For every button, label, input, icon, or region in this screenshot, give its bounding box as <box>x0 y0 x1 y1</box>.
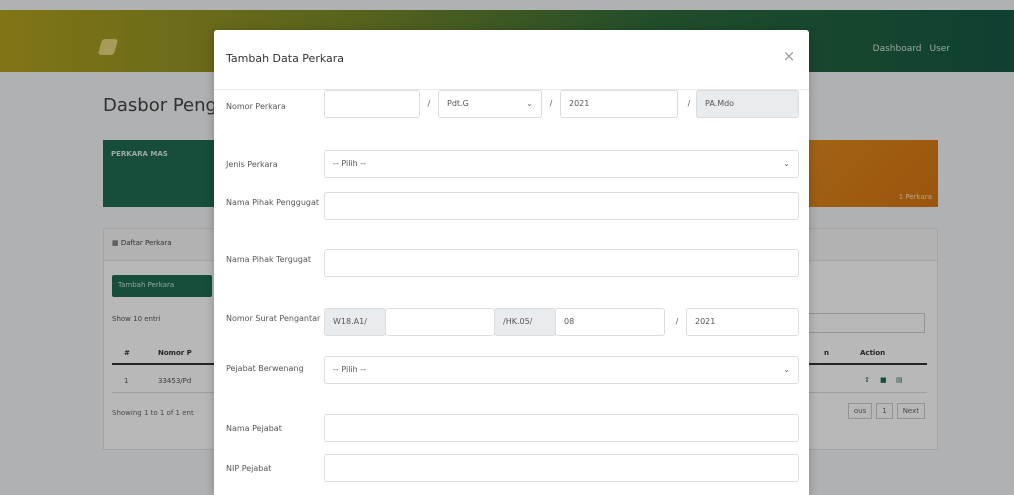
tambah-perkara-modal: Tambah Data Perkara × Nomor Perkara / Pd… <box>214 30 809 495</box>
row-pejabat-berwenang: Pejabat Berwenang -- Pilih -- ⌄ <box>214 356 809 394</box>
kode-pengadilan-field: PA.Mdo <box>696 90 799 118</box>
nip-pejabat-input[interactable] <box>324 454 799 482</box>
modal-header: Tambah Data Perkara × <box>214 30 809 90</box>
label-nomor-perkara: Nomor Perkara <box>226 102 286 111</box>
sep-2: / <box>549 99 553 108</box>
type-value: Pdt.G <box>447 99 469 108</box>
surat-prefix: W18.A1/ <box>324 308 386 336</box>
sep-surat: / <box>675 317 679 326</box>
jenis-perkara-select[interactable]: -- Pilih -- ⌄ <box>324 150 799 178</box>
chevron-down-icon: ⌄ <box>526 99 533 108</box>
sep-3: / <box>687 99 691 108</box>
label-jenis-perkara: Jenis Perkara <box>226 160 278 169</box>
pejabat-berwenang-select[interactable]: -- Pilih -- ⌄ <box>324 356 799 384</box>
label-nama-pejabat: Nama Pejabat <box>226 424 282 433</box>
nama-pejabat-input[interactable] <box>324 414 799 442</box>
tergugat-input[interactable] <box>324 249 799 277</box>
close-icon[interactable]: × <box>779 46 799 66</box>
row-nama-pejabat: Nama Pejabat <box>214 414 809 444</box>
tahun-perkara-input[interactable]: 2021 <box>560 90 678 118</box>
jenis-perkara-value: -- Pilih -- <box>333 159 367 168</box>
row-nomor-perkara: Nomor Perkara / Pdt.G ⌄ / 2021 / PA.Mdo <box>214 90 809 134</box>
surat-kode-hk: /HK.05/ <box>494 308 556 336</box>
chevron-down-icon: ⌄ <box>783 365 790 374</box>
row-tergugat: Nama Pihak Tergugat <box>214 249 809 285</box>
nomor-perkara-input[interactable] <box>324 90 420 118</box>
label-pejabat-berwenang: Pejabat Berwenang <box>226 364 304 373</box>
row-nip-pejabat: NIP Pejabat <box>214 454 809 484</box>
pejabat-berwenang-value: -- Pilih -- <box>333 365 367 374</box>
penggugat-input[interactable] <box>324 192 799 220</box>
label-penggugat: Nama Pihak Penggugat <box>226 198 320 207</box>
sep-1: / <box>427 99 431 108</box>
nomor-surat-input[interactable] <box>385 308 495 336</box>
chevron-down-icon: ⌄ <box>783 159 790 168</box>
modal-title: Tambah Data Perkara <box>226 52 345 65</box>
tahun-surat-input[interactable]: 2021 <box>686 308 799 336</box>
row-jenis-perkara: Jenis Perkara -- Pilih -- ⌄ <box>214 150 809 180</box>
label-tergugat: Nama Pihak Tergugat <box>226 255 312 264</box>
bulan-surat-input[interactable]: 08 <box>555 308 665 336</box>
jenis-type-select[interactable]: Pdt.G ⌄ <box>438 90 542 118</box>
label-nip-pejabat: NIP Pejabat <box>226 464 272 473</box>
row-penggugat: Nama Pihak Penggugat <box>214 192 809 228</box>
row-nomor-surat: Nomor Surat Pengantar W18.A1/ /HK.05/ 08… <box>214 308 809 344</box>
label-nomor-surat: Nomor Surat Pengantar <box>226 314 321 323</box>
